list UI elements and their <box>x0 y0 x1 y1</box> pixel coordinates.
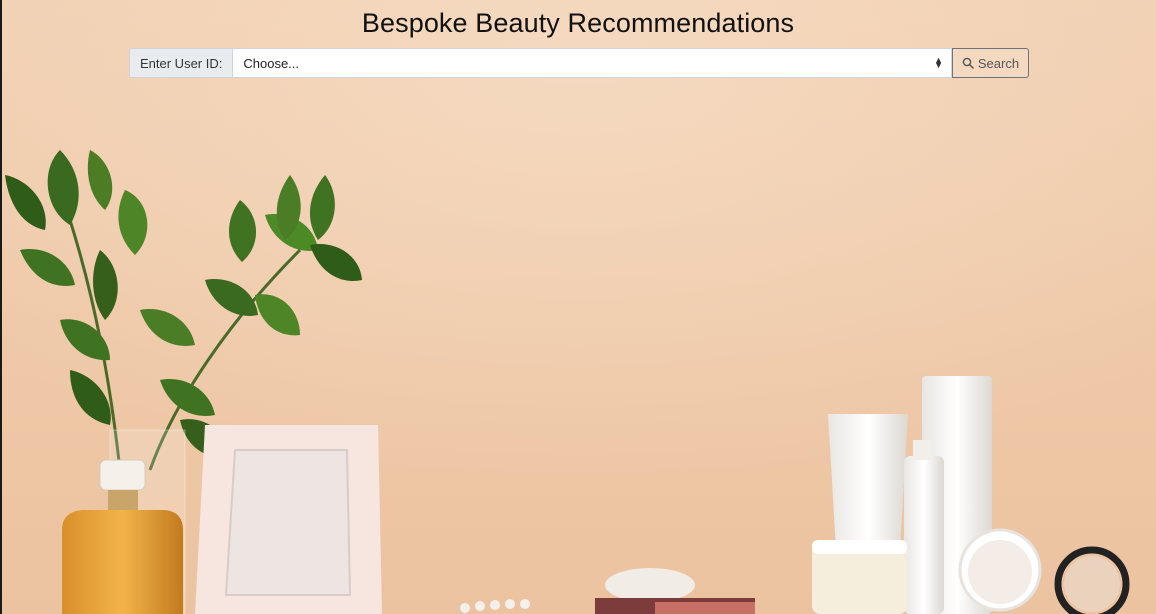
search-button-label: Search <box>977 55 1020 71</box>
window-edge <box>0 0 2 614</box>
select-arrows-icon: ▲ ▼ <box>934 55 943 70</box>
search-icon <box>962 57 974 69</box>
search-button[interactable]: Search <box>952 48 1029 78</box>
page-title: Bespoke Beauty Recommendations <box>361 8 795 38</box>
user-id-select-value: Choose... <box>243 55 300 71</box>
user-id-label: Enter User ID: <box>129 48 233 78</box>
user-id-select[interactable]: Choose... ▲ ▼ <box>232 48 952 78</box>
picture-frame-illustration <box>195 425 382 614</box>
background-image <box>0 0 1156 614</box>
user-search-form: Enter User ID: Choose... ▲ ▼ Search <box>129 48 1029 78</box>
